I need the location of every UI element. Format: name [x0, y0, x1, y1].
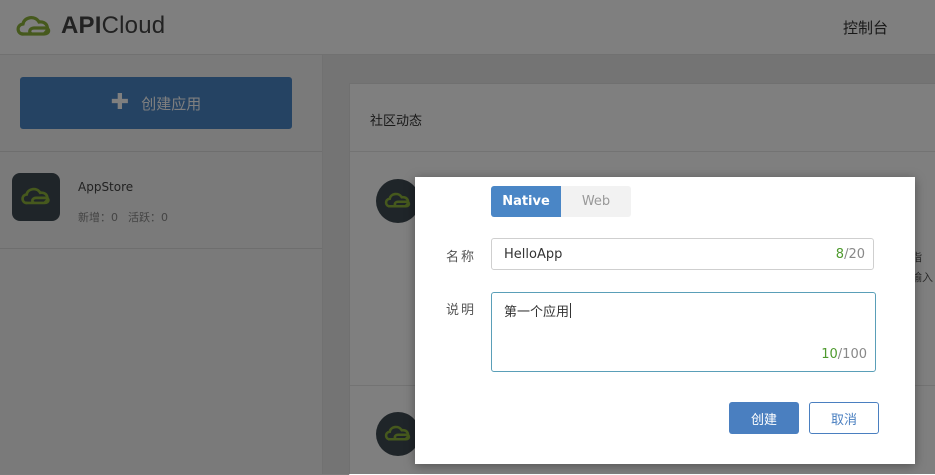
description-char-count: 10 — [821, 347, 838, 362]
description-char-max: /100 — [837, 347, 867, 362]
tab-native[interactable]: Native — [491, 186, 561, 217]
create-app-dialog: Native Web 名称 HelloApp 8/20 说明 第一个应用 10/… — [415, 177, 915, 464]
description-value: 第一个应用 — [504, 305, 570, 320]
app-description-textarea[interactable]: 第一个应用 10/100 — [491, 292, 876, 372]
text-caret — [570, 303, 572, 318]
create-button[interactable]: 创建 — [729, 402, 799, 434]
name-char-max: /20 — [844, 247, 865, 262]
app-name-value: HelloApp — [504, 247, 563, 262]
description-char-counter: 10/100 — [821, 347, 867, 362]
name-label: 名称 — [446, 250, 477, 265]
app-name-input[interactable]: HelloApp 8/20 — [491, 238, 874, 270]
description-value-wrap: 第一个应用 — [504, 301, 572, 320]
app-type-toggle: Native Web — [491, 186, 631, 217]
cancel-button[interactable]: 取消 — [809, 402, 879, 434]
name-char-counter: 8/20 — [836, 247, 865, 262]
description-label: 说明 — [446, 303, 477, 318]
name-char-count: 8 — [835, 247, 845, 262]
tab-web[interactable]: Web — [561, 186, 631, 217]
